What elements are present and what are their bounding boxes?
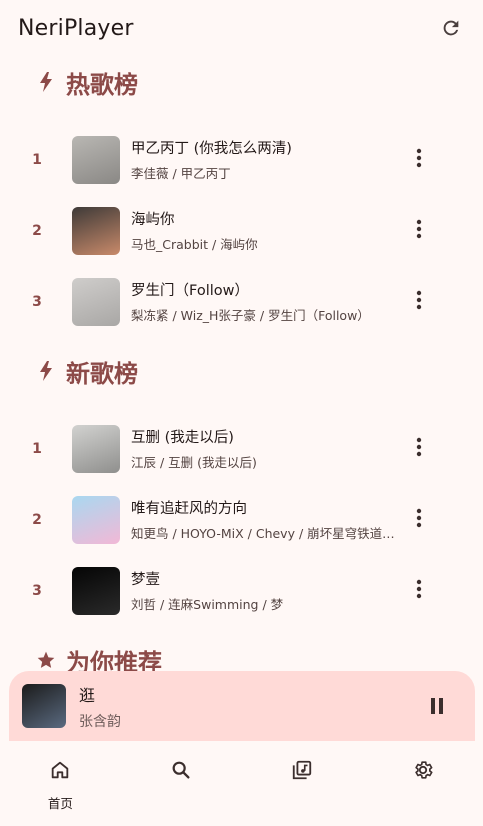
refresh-icon [443, 20, 459, 36]
refresh-button[interactable] [437, 14, 465, 42]
bolt-icon [36, 359, 56, 383]
more-options-button[interactable] [404, 576, 434, 606]
song-artist-album: 李佳薇 / 甲乙丙丁 [131, 166, 231, 181]
now-playing-info: 逛 张含韵 [79, 682, 121, 731]
nav-item-settings[interactable] [362, 741, 483, 826]
star-icon [36, 648, 56, 672]
song-info: 梦壹刘哲 / 连麻Swimming / 梦 [131, 568, 399, 613]
song-list: 1 互删 (我走以后) 江辰 / 互删 (我走以后) 2 唯有追赶风的方向知更鸟 / H… [0, 397, 483, 626]
pause-icon [431, 698, 443, 714]
song-title: 甲乙丙丁 (你我怎么两清) [131, 141, 292, 157]
more-options-button[interactable] [404, 216, 434, 246]
more-options-button[interactable] [404, 287, 434, 317]
app-title: NeriPlayer [18, 15, 134, 41]
song-title: 互删 (我走以后) [131, 430, 234, 446]
song-rank: 1 [32, 440, 42, 457]
song-info: 唯有追赶风的方向知更鸟 / HOYO-MiX / Chevy / 崩坏星穹铁道-… [131, 497, 399, 542]
section-title: 热歌榜 [66, 70, 138, 99]
song-info: 甲乙丙丁 (你我怎么两清) 李佳薇 / 甲乙丙丁 [131, 137, 399, 182]
more-vert-icon [416, 148, 422, 172]
more-vert-icon [416, 508, 422, 532]
nav-label: 首页 [47, 796, 73, 811]
more-options-button[interactable] [404, 434, 434, 464]
more-options-button[interactable] [404, 145, 434, 175]
song-row[interactable]: 2 唯有追赶风的方向知更鸟 / HOYO-MiX / Chevy / 崩坏星穹铁道… [0, 484, 483, 555]
song-row[interactable]: 3 梦壹刘哲 / 连麻Swimming / 梦 [0, 555, 483, 626]
section-header: 热歌榜 [0, 56, 483, 108]
more-vert-icon [416, 219, 422, 243]
song-rank: 2 [32, 222, 42, 239]
song-rank: 3 [32, 293, 42, 310]
pause-button[interactable] [423, 692, 451, 720]
song-rank: 3 [32, 582, 42, 599]
nav-item-library[interactable] [242, 741, 363, 826]
section-header: 为你推荐 [0, 634, 483, 676]
bolt-icon [36, 70, 56, 94]
nav-item-search[interactable] [121, 741, 242, 826]
song-info: 罗生门（Follow） 梨冻紧 / Wiz_H张子豪 / 罗生门（Follow） [131, 279, 399, 324]
song-title: 唯有追赶风的方向 [131, 501, 247, 517]
more-vert-icon [416, 579, 422, 603]
song-row[interactable]: 2 海屿你马也_Crabbit / 海屿你 [0, 195, 483, 266]
album-cover [72, 277, 120, 326]
song-info: 互删 (我走以后) 江辰 / 互删 (我走以后) [131, 426, 399, 471]
now-playing-artist: 张含韵 [79, 713, 121, 730]
album-cover [72, 206, 120, 255]
album-cover [72, 495, 120, 544]
song-row[interactable]: 1 互删 (我走以后) 江辰 / 互删 (我走以后) [0, 413, 483, 484]
more-vert-icon [416, 437, 422, 461]
now-playing-title: 逛 [79, 685, 96, 705]
more-options-button[interactable] [404, 505, 434, 535]
home-content[interactable]: 热歌榜 1 甲乙丙丁 (你我怎么两清) 李佳薇 / 甲乙丙丁 2 海屿你马也_Crabbi… [0, 56, 483, 676]
song-title: 梦壹 [131, 572, 160, 588]
album-cover [72, 135, 120, 184]
mini-player[interactable]: 逛 张含韵 [9, 671, 475, 741]
now-playing-cover [22, 684, 66, 728]
section-title: 新歌榜 [66, 359, 138, 388]
song-artist-album: 江辰 / 互删 (我走以后) [131, 455, 257, 470]
song-artist-album: 马也_Crabbit / 海屿你 [131, 237, 258, 252]
top-app-bar: NeriPlayer [0, 0, 483, 56]
song-artist-album: 知更鸟 / HOYO-MiX / Chevy / 崩坏星穹铁道-空气蛹 [131, 526, 399, 541]
song-rank: 2 [32, 511, 42, 528]
library-icon [289, 757, 315, 783]
album-cover [72, 424, 120, 473]
song-row[interactable]: 1 甲乙丙丁 (你我怎么两清) 李佳薇 / 甲乙丙丁 [0, 124, 483, 195]
bottom-navigation: 首页 [0, 741, 483, 826]
song-row[interactable]: 3 罗生门（Follow） 梨冻紧 / Wiz_H张子豪 / 罗生门（Follow） [0, 266, 483, 337]
song-artist-album: 刘哲 / 连麻Swimming / 梦 [131, 597, 284, 612]
settings-icon [410, 757, 436, 783]
album-cover [72, 566, 120, 615]
song-title: 罗生门（Follow） [131, 283, 249, 299]
song-info: 海屿你马也_Crabbit / 海屿你 [131, 208, 399, 253]
more-vert-icon [416, 290, 422, 314]
song-artist-album: 梨冻紧 / Wiz_H张子豪 / 罗生门（Follow） [131, 308, 370, 323]
search-icon [168, 757, 194, 783]
song-title: 海屿你 [131, 212, 175, 228]
song-rank: 1 [32, 151, 42, 168]
nav-item-home[interactable]: 首页 [0, 741, 121, 826]
section-header: 新歌榜 [0, 345, 483, 397]
song-list: 1 甲乙丙丁 (你我怎么两清) 李佳薇 / 甲乙丙丁 2 海屿你马也_Crabbit /… [0, 108, 483, 337]
home-icon [47, 757, 73, 783]
